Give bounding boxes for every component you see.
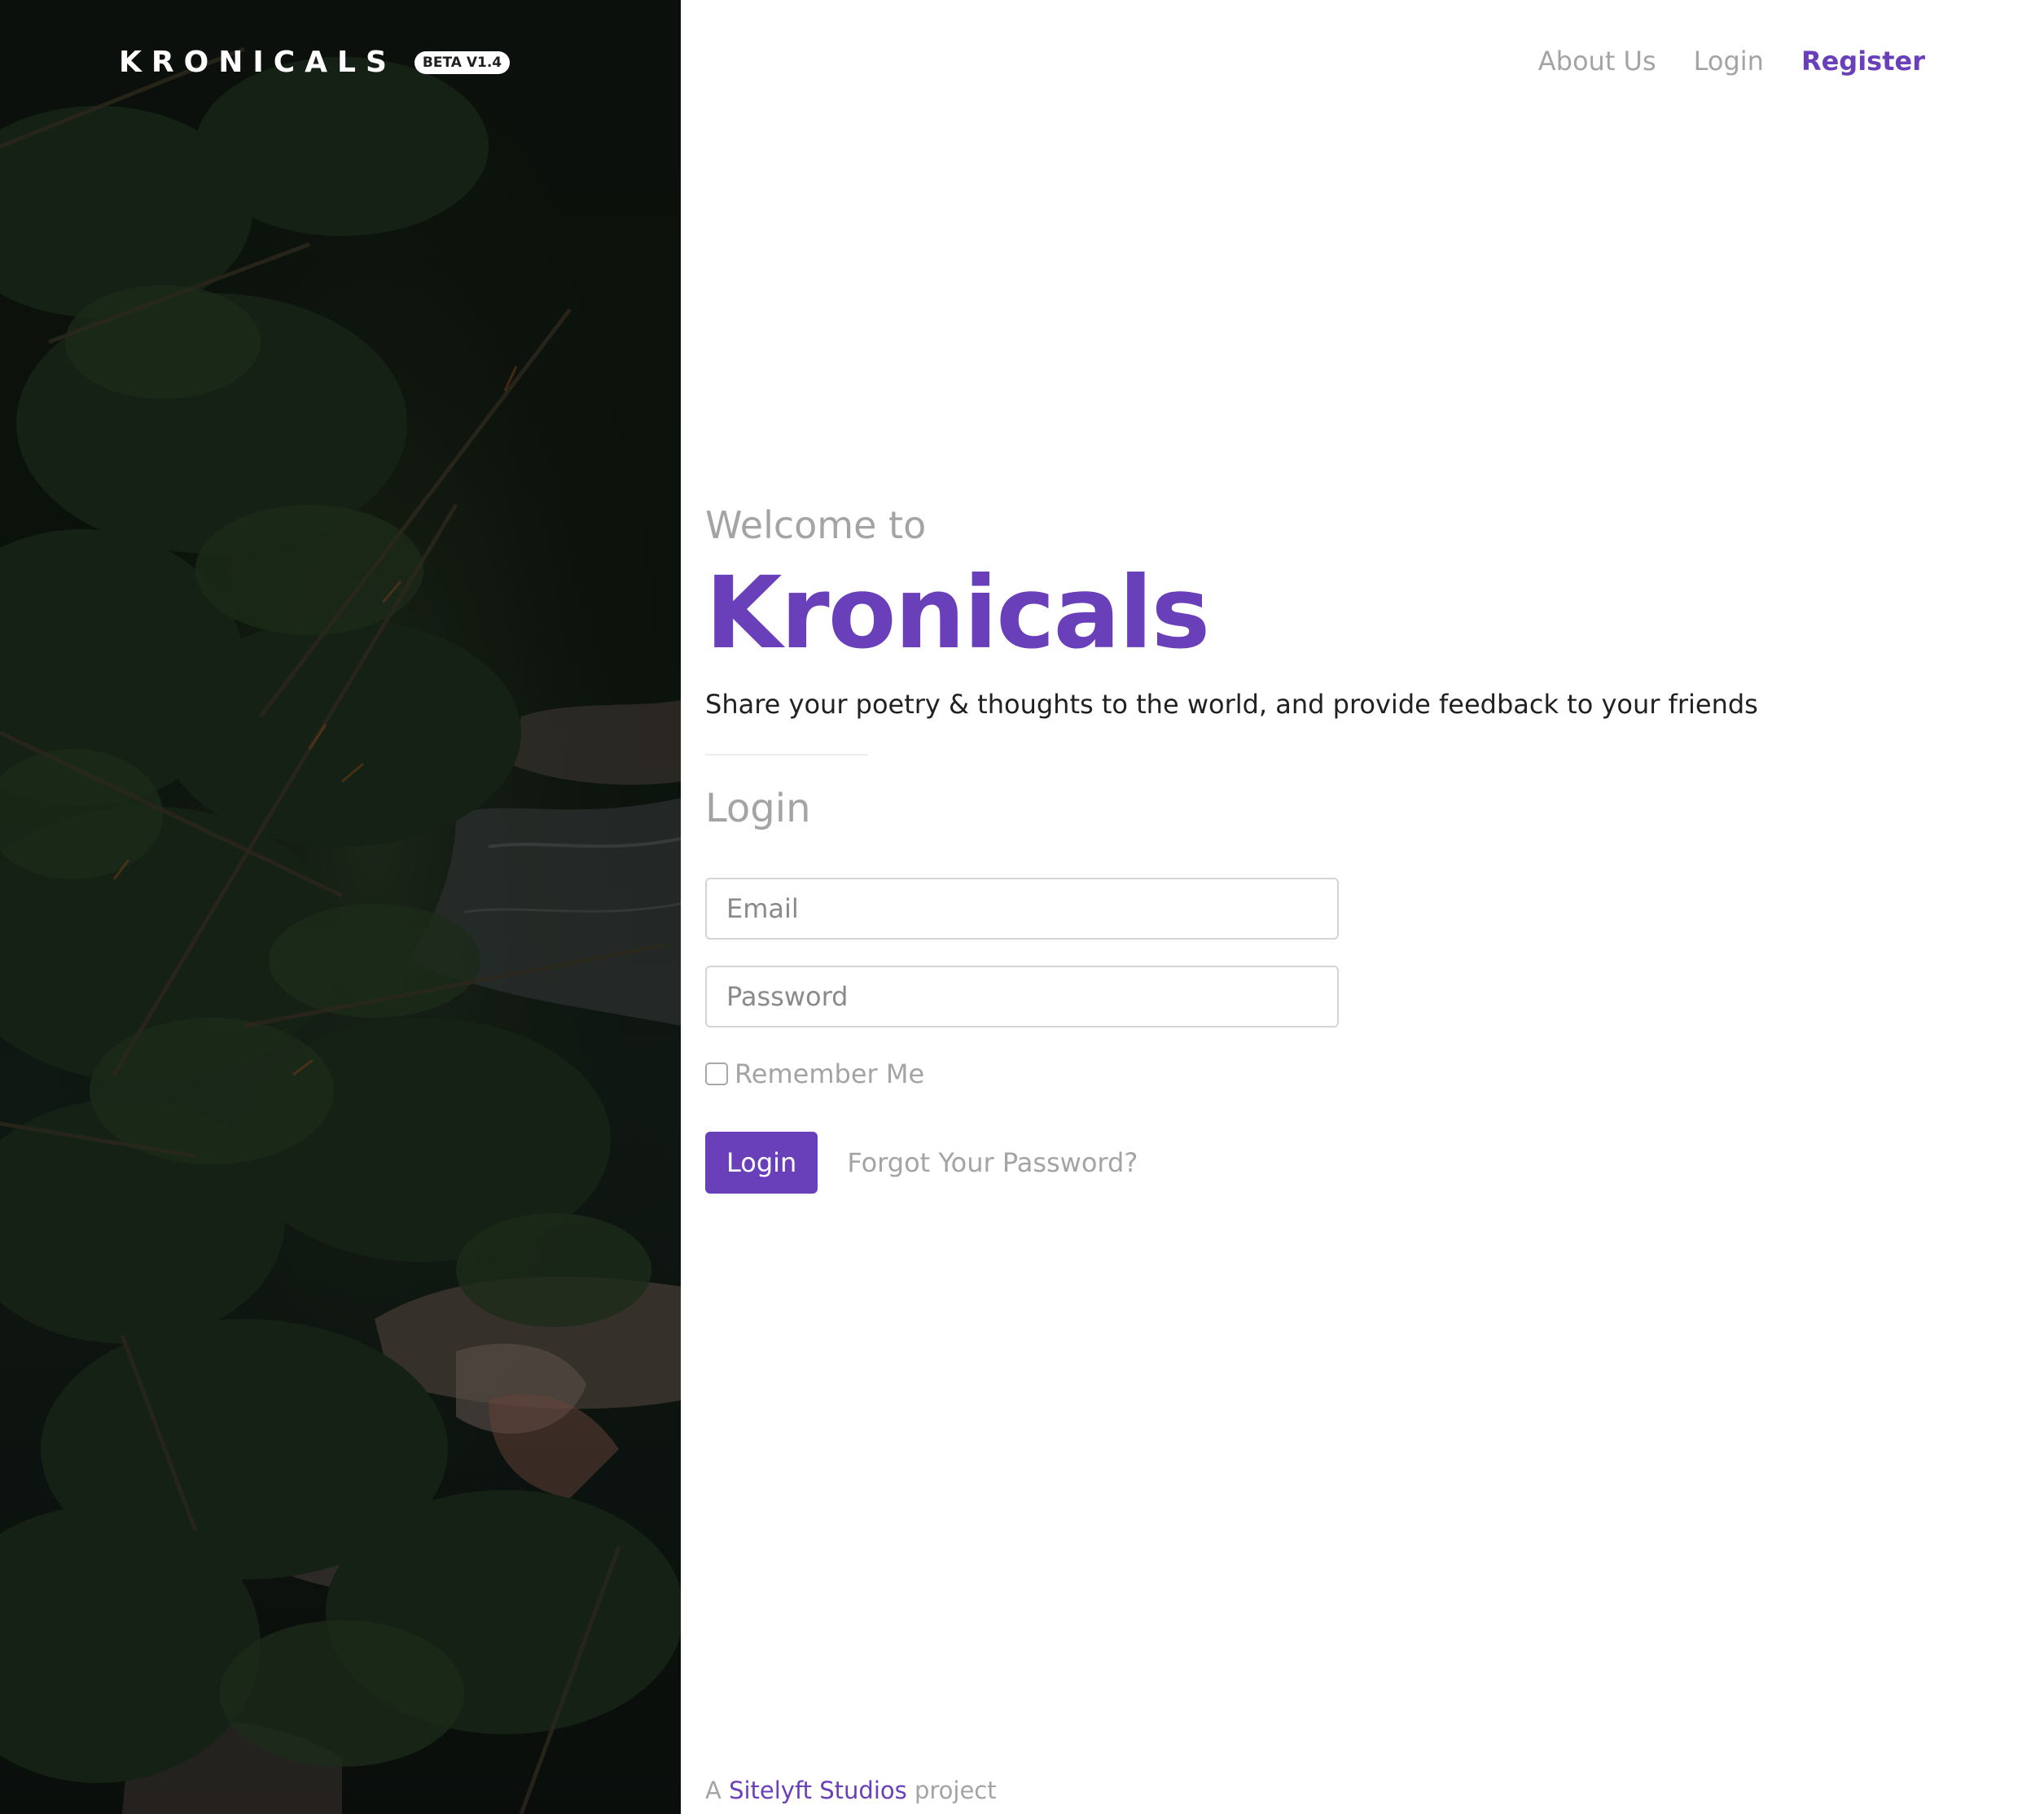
footer-studio-link[interactable]: Sitelyft Studios [729,1777,907,1804]
beta-version-badge: BETA V1.4 [414,50,511,74]
nav-login-link[interactable]: Login [1694,46,1764,77]
checkbox-unchecked-icon[interactable] [705,1063,728,1085]
tagline: Share your poetry & thoughts to the worl… [705,689,1758,720]
footer: A Sitelyft Studios project [705,1777,997,1804]
remember-me-label[interactable]: Remember Me [735,1058,924,1089]
welcome-text: Welcome to [705,503,927,547]
nav-register-link[interactable]: Register [1801,46,1925,77]
forest-photo [0,0,681,1814]
login-button[interactable]: Login [705,1132,818,1194]
password-field[interactable] [705,966,1339,1027]
brand-logo-text[interactable]: KRONICALS [119,46,397,79]
divider [705,754,868,756]
login-form: Remember Me Login Forgot Your Password? [705,878,1927,1194]
footer-suffix: project [914,1777,997,1804]
forgot-password-link[interactable]: Forgot Your Password? [847,1147,1138,1178]
login-section: Welcome to Kronicals Share your poetry &… [705,498,1927,1194]
remember-me-row[interactable]: Remember Me [705,1058,1927,1089]
login-heading: Login [705,786,811,831]
page-title: Kronicals [705,555,1210,671]
forest-background-image: KRONICALS BETA V1.4 [0,0,681,1814]
brand[interactable]: KRONICALS BETA V1.4 [119,46,511,79]
nav-about-us-link[interactable]: About Us [1538,46,1656,77]
email-field[interactable] [705,878,1339,940]
top-nav: About Us Login Register [1538,46,1925,77]
form-actions: Login Forgot Your Password? [705,1132,1927,1194]
footer-prefix: A [705,1777,722,1804]
